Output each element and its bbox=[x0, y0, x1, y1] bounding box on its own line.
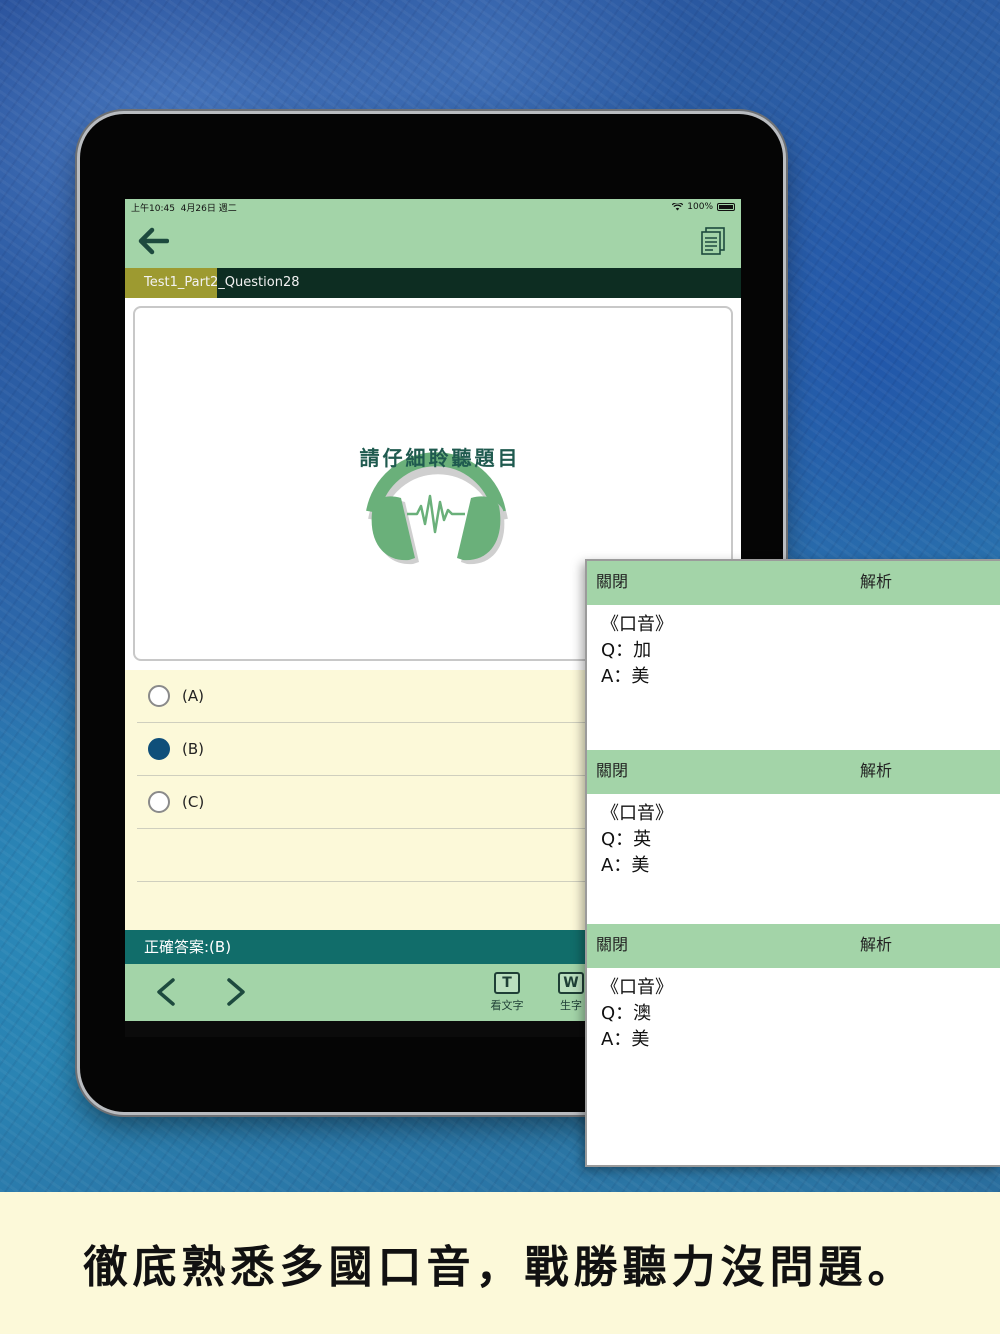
arrow-left-icon bbox=[138, 227, 169, 255]
option-label: (C) bbox=[182, 793, 205, 811]
analysis-header: 關閉 解析 bbox=[587, 561, 1000, 605]
chevron-left-icon bbox=[157, 978, 175, 1006]
text-t-icon: T bbox=[494, 972, 520, 994]
radio-c[interactable] bbox=[148, 791, 170, 813]
question-title-bar: Test1_Part2_Question28 bbox=[125, 268, 741, 298]
caption-band: 徹底熟悉多國口音，戰勝聽力沒問題。 bbox=[0, 1192, 1000, 1334]
document-list-icon bbox=[701, 227, 725, 255]
radio-b[interactable] bbox=[148, 738, 170, 760]
view-text-label: 看文字 bbox=[490, 999, 524, 1012]
analysis-header: 關閉 解析 bbox=[587, 750, 1000, 794]
question-title: Test1_Part2_Question28 bbox=[144, 275, 300, 290]
word-w-icon: W bbox=[558, 972, 584, 994]
answer-accent: A：美 bbox=[601, 1029, 650, 1050]
document-list-button[interactable] bbox=[697, 223, 729, 259]
analysis-section: 關閉 解析 《口音》 Q：澳 A：美 bbox=[587, 924, 1000, 1167]
question-accent: Q：英 bbox=[601, 829, 652, 850]
accent-heading: 《口音》 bbox=[601, 803, 673, 824]
analysis-title: 解析 bbox=[860, 572, 893, 591]
close-button[interactable]: 關閉 bbox=[596, 750, 628, 792]
accent-heading: 《口音》 bbox=[601, 977, 673, 998]
analysis-body: 《口音》 Q：加 A：美 bbox=[587, 605, 1000, 690]
analysis-section: 關閉 解析 《口音》 Q：加 A：美 bbox=[587, 561, 1000, 751]
analysis-title: 解析 bbox=[860, 935, 893, 954]
listen-prompt: 請仔細聆聽題目 bbox=[359, 446, 521, 470]
analysis-panel: 關閉 解析 《口音》 Q：加 A：美 關閉 解析 《口音》 Q：英 A：美 關閉… bbox=[585, 559, 1000, 1167]
answer-accent: A：美 bbox=[601, 855, 650, 876]
view-text-button[interactable]: T 看文字 bbox=[483, 972, 531, 1016]
wifi-icon bbox=[672, 203, 684, 211]
status-bar: 上午10:45 4月26日 週二 100% bbox=[125, 199, 741, 215]
question-accent: Q：加 bbox=[601, 640, 652, 661]
headphones-icon bbox=[366, 452, 508, 565]
analysis-header: 關閉 解析 bbox=[587, 924, 1000, 968]
previous-button[interactable] bbox=[151, 972, 181, 1012]
question-accent: Q：澳 bbox=[601, 1003, 652, 1024]
battery-percent: 100% bbox=[687, 202, 713, 212]
next-button[interactable] bbox=[221, 972, 251, 1012]
nav-bar bbox=[125, 215, 741, 268]
answer-accent: A：美 bbox=[601, 666, 650, 687]
analysis-body: 《口音》 Q：澳 A：美 bbox=[587, 968, 1000, 1053]
analysis-title: 解析 bbox=[860, 761, 893, 780]
accent-heading: 《口音》 bbox=[601, 614, 673, 635]
analysis-section: 關閉 解析 《口音》 Q：英 A：美 bbox=[587, 750, 1000, 925]
option-label: (B) bbox=[182, 740, 204, 758]
back-button[interactable] bbox=[135, 223, 171, 259]
status-right: 100% bbox=[672, 202, 735, 212]
chevron-right-icon bbox=[227, 978, 245, 1006]
close-button[interactable]: 關閉 bbox=[596, 561, 628, 603]
marketing-caption: 徹底熟悉多國口音，戰勝聽力沒問題。 bbox=[83, 1242, 917, 1293]
option-label: (A) bbox=[182, 687, 204, 705]
battery-icon bbox=[717, 203, 735, 211]
status-time-date: 上午10:45 4月26日 週二 bbox=[131, 203, 237, 214]
radio-a[interactable] bbox=[148, 685, 170, 707]
close-button[interactable]: 關閉 bbox=[596, 924, 628, 966]
analysis-body: 《口音》 Q：英 A：美 bbox=[587, 794, 1000, 879]
